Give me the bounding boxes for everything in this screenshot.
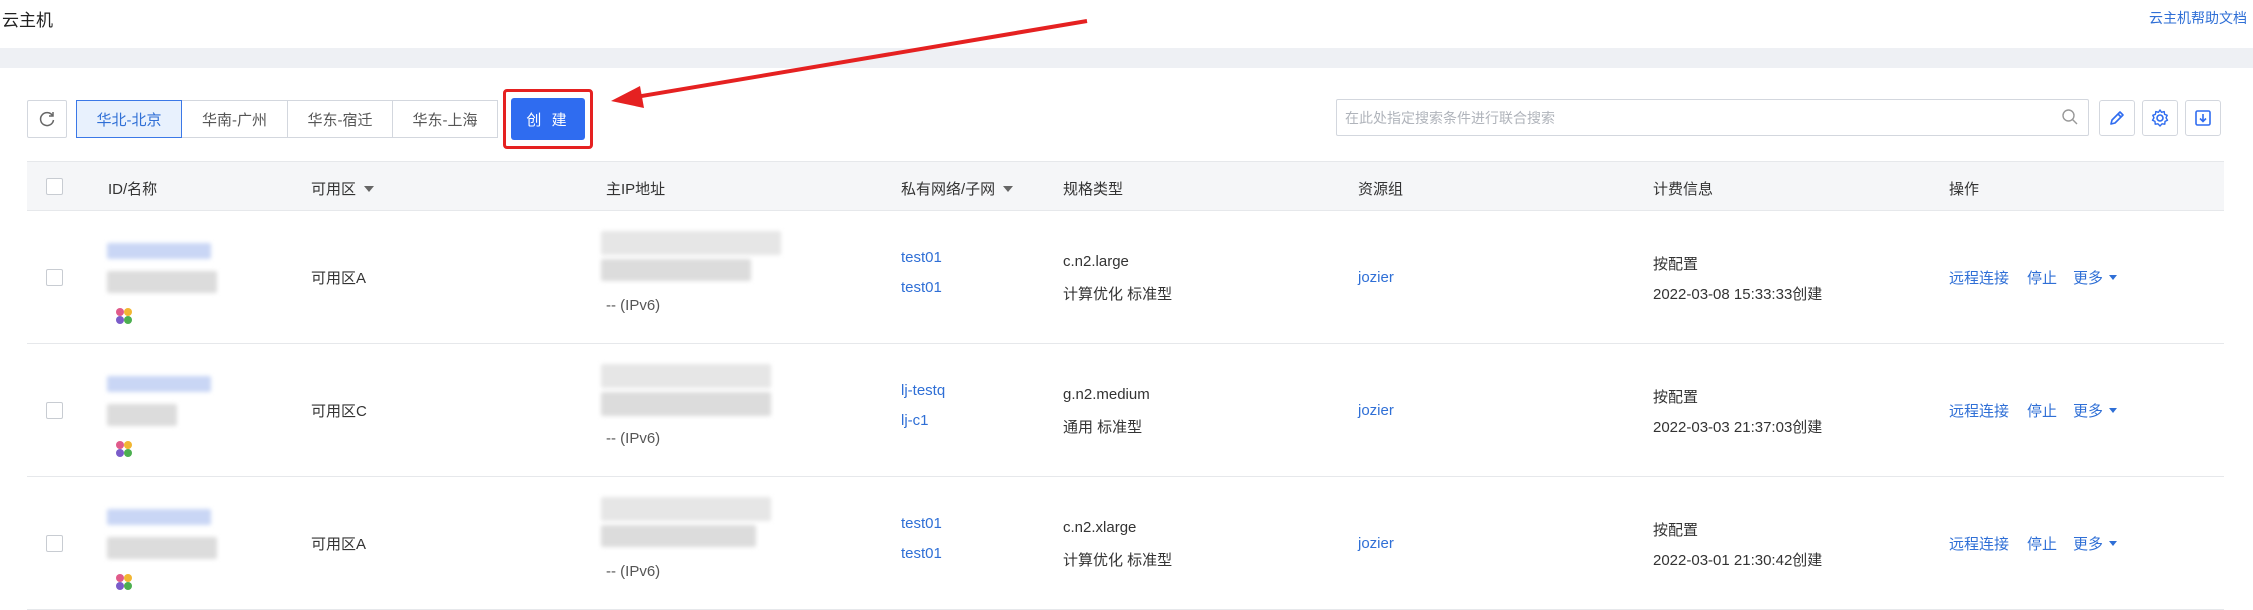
os-icon — [116, 574, 132, 590]
refresh-button[interactable] — [27, 100, 67, 138]
page-header: 云主机 云主机帮助文档 — [0, 0, 2253, 48]
resource-group-link[interactable]: jozier — [1358, 402, 1394, 419]
subnet-link[interactable]: test01 — [901, 545, 942, 562]
os-icon — [116, 308, 132, 324]
table-row: 可用区A -- (IPv6) test01 test01 c.n2.xlarge… — [27, 477, 2224, 610]
remote-connect-link[interactable]: 远程连接 — [1949, 533, 2009, 554]
col-zone-label: 可用区 — [311, 181, 357, 198]
table-row: 可用区A -- (IPv6) test01 test01 c.n2.large … — [27, 211, 2224, 344]
more-dropdown[interactable]: 更多 — [2073, 533, 2118, 554]
zone-cell: 可用区C — [311, 403, 367, 420]
resource-group-link[interactable]: jozier — [1358, 269, 1394, 286]
billing-cell: 按配置 — [1653, 522, 1699, 539]
spec-desc-cell: 计算优化 标准型 — [1063, 286, 1173, 303]
download-button[interactable] — [2185, 100, 2221, 136]
row-checkbox[interactable] — [46, 269, 63, 286]
download-icon — [2195, 110, 2211, 126]
spec-desc-cell: 计算优化 标准型 — [1063, 552, 1173, 569]
refresh-icon — [39, 111, 55, 127]
stop-link[interactable]: 停止 — [2027, 533, 2057, 554]
instance-name-redacted — [107, 404, 177, 426]
os-icon — [116, 441, 132, 457]
col-billing: 计费信息 — [1653, 181, 1714, 198]
more-dropdown[interactable]: 更多 — [2073, 267, 2118, 288]
chevron-down-icon — [2109, 540, 2118, 546]
region-tab-beijing[interactable]: 华北-北京 — [76, 100, 182, 138]
region-tab-guangzhou[interactable]: 华南-广州 — [181, 100, 288, 138]
subnet-link[interactable]: lj-c1 — [901, 412, 929, 429]
instance-id-redacted[interactable] — [107, 376, 211, 392]
ipv6-cell: -- (IPv6) — [606, 430, 661, 447]
col-id-name: ID/名称 — [108, 181, 158, 198]
search-icon[interactable] — [2061, 108, 2079, 126]
col-ip: 主IP地址 — [606, 181, 666, 198]
region-tabs: 华北-北京 华南-广州 华东-宿迁 华东-上海 — [76, 100, 498, 138]
ip-redacted — [601, 525, 756, 547]
instance-id-redacted[interactable] — [107, 509, 211, 525]
select-all-checkbox[interactable] — [46, 178, 63, 195]
spec-cell: c.n2.xlarge — [1063, 519, 1137, 536]
filter-caret-icon — [1003, 186, 1014, 193]
created-time-cell: 2022-03-03 21:37:03创建 — [1653, 419, 1823, 436]
instance-id-redacted[interactable] — [107, 243, 211, 259]
search-box — [1336, 99, 2089, 136]
chevron-down-icon — [2109, 274, 2118, 280]
table-row: 可用区C -- (IPv6) lj-testq lj-c1 g.n2.mediu… — [27, 344, 2224, 477]
ip-redacted — [601, 259, 751, 281]
instance-name-redacted — [107, 537, 217, 559]
spec-cell: c.n2.large — [1063, 253, 1129, 270]
row-checkbox[interactable] — [46, 402, 63, 419]
more-label: 更多 — [2073, 403, 2104, 420]
ip-redacted — [601, 364, 771, 388]
vpc-link[interactable]: lj-testq — [901, 382, 945, 399]
region-tab-shanghai[interactable]: 华东-上海 — [392, 100, 498, 138]
subnet-link[interactable]: test01 — [901, 279, 942, 296]
vpc-link[interactable]: test01 — [901, 515, 942, 532]
ip-redacted — [601, 497, 771, 521]
ipv6-cell: -- (IPv6) — [606, 563, 661, 580]
zone-cell: 可用区A — [311, 536, 367, 553]
search-input[interactable] — [1345, 100, 2035, 135]
more-dropdown[interactable]: 更多 — [2073, 400, 2118, 421]
spec-cell: g.n2.medium — [1063, 386, 1150, 403]
ip-redacted — [601, 392, 771, 416]
spec-desc-cell: 通用 标准型 — [1063, 419, 1143, 436]
ipv6-cell: -- (IPv6) — [606, 297, 661, 314]
chevron-down-icon — [2109, 407, 2118, 413]
billing-cell: 按配置 — [1653, 389, 1699, 406]
col-zone[interactable]: 可用区 — [311, 178, 375, 199]
col-vpc[interactable]: 私有网络/子网 — [901, 178, 1014, 199]
table-header: ID/名称 可用区 主IP地址 私有网络/子网 规格类型 资源组 计费信息 操作 — [27, 161, 2224, 211]
page-title: 云主机 — [2, 11, 53, 30]
row-checkbox[interactable] — [46, 535, 63, 552]
col-resource-group: 资源组 — [1358, 181, 1404, 198]
stop-link[interactable]: 停止 — [2027, 267, 2057, 288]
region-tab-suqian[interactable]: 华东-宿迁 — [287, 100, 393, 138]
remote-connect-link[interactable]: 远程连接 — [1949, 267, 2009, 288]
stop-link[interactable]: 停止 — [2027, 400, 2057, 421]
more-label: 更多 — [2073, 536, 2104, 553]
edit-icon — [2110, 111, 2124, 125]
remote-connect-link[interactable]: 远程连接 — [1949, 400, 2009, 421]
filter-caret-icon — [364, 186, 375, 193]
instance-name-redacted — [107, 271, 217, 293]
resource-group-link[interactable]: jozier — [1358, 535, 1394, 552]
col-spec: 规格类型 — [1063, 181, 1124, 198]
edit-button[interactable] — [2099, 100, 2135, 136]
vpc-link[interactable]: test01 — [901, 249, 942, 266]
settings-button[interactable] — [2142, 100, 2178, 136]
billing-cell: 按配置 — [1653, 256, 1699, 273]
created-time-cell: 2022-03-08 15:33:33创建 — [1653, 286, 1823, 303]
zone-cell: 可用区A — [311, 270, 367, 287]
help-doc-link[interactable]: 云主机帮助文档 — [2149, 8, 2247, 28]
created-time-cell: 2022-03-01 21:30:42创建 — [1653, 552, 1823, 569]
header-divider-band — [0, 48, 2253, 68]
col-vpc-label: 私有网络/子网 — [901, 181, 996, 198]
gear-icon — [2151, 109, 2169, 127]
create-button[interactable]: 创 建 — [511, 98, 585, 140]
ip-redacted — [601, 231, 781, 255]
more-label: 更多 — [2073, 270, 2104, 287]
col-actions: 操作 — [1949, 181, 1980, 198]
